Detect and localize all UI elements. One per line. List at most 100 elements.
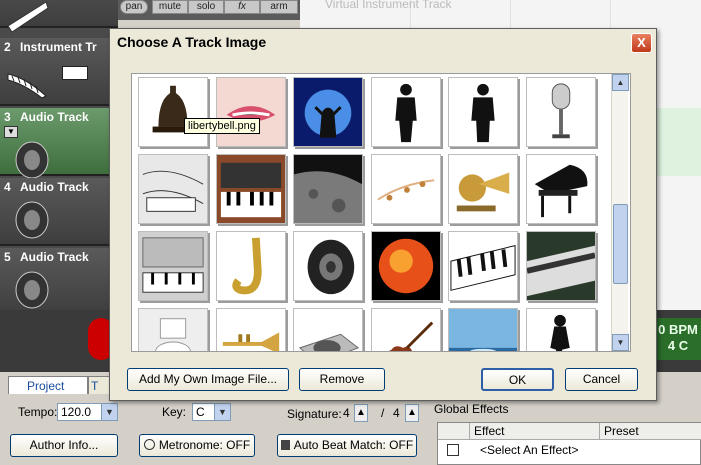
app-window: Virtual Instrument Track pan mute solo f…	[0, 0, 701, 465]
thumbnail-piano-keys[interactable]	[448, 231, 518, 301]
chevron-down-icon: ▼	[214, 404, 230, 420]
global-effects-label: Global Effects	[434, 402, 509, 416]
music-notes-image	[371, 155, 440, 223]
track-item[interactable]	[0, 0, 118, 33]
vertical-scrollbar[interactable]: ▲ ▼	[611, 74, 629, 351]
thumbnail-moon-surface[interactable]	[293, 154, 363, 224]
lips-image	[216, 78, 285, 146]
solo-button[interactable]: solo	[188, 0, 224, 14]
water-drop-image	[449, 309, 517, 351]
thumbnail-synth-keyboard[interactable]	[215, 154, 286, 224]
mute-button[interactable]: mute	[152, 0, 188, 14]
turntable-image	[294, 309, 362, 351]
thumbnail-speaker[interactable]	[293, 231, 363, 301]
man-silhouette-2-image	[449, 78, 517, 146]
piano-icon	[6, 58, 50, 100]
thumbnail-woman-silhouette[interactable]	[525, 308, 596, 351]
pan-knob[interactable]: pan	[120, 0, 148, 14]
track-item[interactable]: 4 Audio Track	[0, 178, 118, 246]
key-display: 4 C	[667, 338, 689, 353]
thumbnail-man-silhouette[interactable]	[370, 77, 441, 147]
track-number: 5	[4, 250, 11, 264]
signature-bottom-spinner[interactable]: ▲	[405, 404, 419, 422]
thumbnail-lips[interactable]	[215, 77, 286, 147]
track-name: Instrument Tr	[20, 40, 97, 54]
concert-silhouette-image	[294, 78, 362, 146]
fx-button[interactable]: fx	[224, 0, 260, 14]
remove-button[interactable]: Remove	[299, 368, 385, 391]
track-list: 2 Instrument Tr 3 Audio Track ▼ 4 Audio …	[0, 0, 118, 316]
thumbnail-violin[interactable]	[370, 308, 441, 351]
grand-piano-image	[526, 155, 595, 223]
thumbnail-brass-instruments[interactable]	[448, 154, 518, 224]
thumbnail-concert-silhouette[interactable]	[293, 77, 363, 147]
track-item-selected[interactable]: 3 Audio Track ▼	[0, 108, 118, 179]
track-item[interactable]: 5 Audio Track	[0, 248, 118, 316]
thumbnail-saxophone[interactable]	[215, 231, 286, 301]
track-number: 4	[4, 180, 11, 194]
thumbnail-grand-piano[interactable]	[525, 154, 596, 224]
thumbnail-trumpet[interactable]	[215, 308, 286, 351]
thumbnail-water-drop[interactable]	[448, 308, 518, 351]
thumbnail-microphone[interactable]	[525, 77, 596, 147]
image-filename-tooltip: libertybell.png	[184, 118, 260, 134]
signature-label: Signature:	[287, 407, 342, 421]
piano-keys-image	[449, 232, 517, 300]
microphone-image	[526, 78, 595, 146]
ok-button[interactable]: OK	[481, 368, 554, 391]
synth-modules-image	[139, 232, 207, 300]
flag-icon	[280, 440, 290, 450]
tab-project[interactable]: Project	[8, 376, 88, 394]
cancel-button[interactable]: Cancel	[565, 368, 638, 391]
synth-keyboard-image	[216, 155, 285, 223]
speaker-icon	[6, 138, 50, 180]
man-silhouette-image	[371, 78, 440, 146]
add-own-image-button[interactable]: Add My Own Image File...	[127, 368, 289, 391]
thumbnail-turntable[interactable]	[293, 308, 363, 351]
thumbnail-liberty-bell[interactable]	[138, 77, 208, 147]
scroll-down-arrow-icon[interactable]: ▼	[612, 334, 629, 351]
author-info-button[interactable]: Author Info...	[10, 434, 118, 457]
saxophone-image	[216, 232, 285, 300]
speaker-icon	[6, 198, 50, 240]
thumbnail-man-silhouette-2[interactable]	[448, 77, 518, 147]
thumbnail-music-notes[interactable]	[370, 154, 441, 224]
signature-slash: /	[381, 406, 385, 420]
keyboard-icon	[62, 66, 88, 80]
dropdown-arrow-icon[interactable]: ▼	[4, 126, 18, 138]
scroll-up-arrow-icon[interactable]: ▲	[612, 74, 629, 91]
track-item[interactable]: 2 Instrument Tr	[0, 38, 118, 106]
tempo-label: Tempo:	[18, 405, 58, 419]
thumbnail-toilet[interactable]	[138, 308, 208, 351]
signature-bottom-value: 4	[393, 406, 400, 420]
preset-column-header[interactable]: Preset	[600, 423, 701, 440]
piano-icon	[6, 0, 50, 38]
thumbnail-synth-modules[interactable]	[138, 231, 208, 301]
effect-column-header[interactable]: Effect	[470, 423, 600, 440]
signature-top-value: 4	[343, 406, 350, 420]
thumbnail-sun[interactable]	[370, 231, 441, 301]
arm-button[interactable]: arm	[260, 0, 298, 14]
woman-silhouette-image	[526, 309, 595, 351]
effect-row[interactable]: <Select An Effect>	[438, 441, 701, 457]
key-select[interactable]: C ▼	[192, 403, 231, 421]
signature-top-spinner[interactable]: ▲	[354, 404, 368, 422]
track-header: pan mute solo fx arm	[118, 0, 300, 20]
auto-beat-match-button[interactable]: Auto Beat Match: OFF	[277, 434, 417, 457]
key-value: C	[196, 405, 205, 419]
thumbnail-circuit-keyboard[interactable]	[138, 154, 208, 224]
scrollbar-thumb[interactable]	[613, 204, 628, 284]
thumbnail-keyboard-angled[interactable]	[525, 231, 596, 301]
effect-checkbox[interactable]	[447, 444, 459, 456]
key-label: Key:	[162, 405, 187, 419]
track-name: Audio Track	[20, 110, 89, 124]
tempo-select[interactable]: 120.0 ▼	[57, 403, 118, 421]
close-icon[interactable]: X	[631, 33, 652, 53]
metronome-icon	[143, 439, 155, 450]
metronome-label: Metronome: OFF	[158, 438, 251, 452]
sun-image	[371, 232, 440, 300]
metronome-button[interactable]: Metronome: OFF	[139, 434, 255, 457]
image-grid[interactable]	[131, 73, 631, 352]
bpm-value: 0 BPM	[658, 322, 698, 337]
track-name: Audio Track	[20, 180, 89, 194]
